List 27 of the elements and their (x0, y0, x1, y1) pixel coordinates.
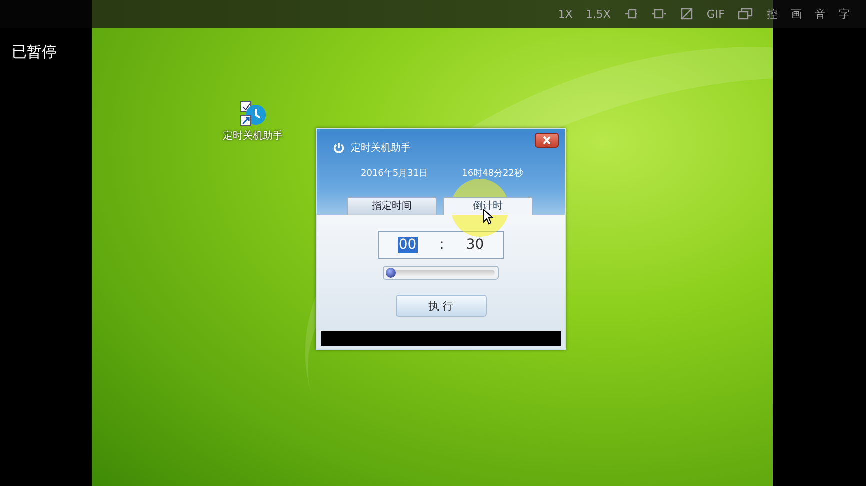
execute-button[interactable]: 执 行 (396, 295, 486, 317)
slider-thumb[interactable] (386, 268, 396, 278)
toolbar-item[interactable]: GIF (706, 8, 725, 20)
frame-icon[interactable] (650, 7, 667, 21)
windows-icon[interactable] (738, 7, 754, 21)
toolbar-item[interactable]: 画 (791, 6, 802, 22)
power-icon (333, 142, 345, 154)
toolbar-item[interactable]: 音 (815, 6, 826, 22)
crop-icon[interactable] (680, 7, 694, 21)
window-title: 定时关机助手 (351, 142, 411, 155)
hours-value: 00 (398, 237, 418, 253)
time-separator: : (440, 237, 444, 253)
toolbar-item[interactable]: 1.5X (586, 8, 611, 20)
tab[interactable]: 倒计时 (443, 197, 533, 215)
current-time: 16时48分22秒 (462, 168, 524, 180)
close-icon[interactable] (535, 133, 559, 148)
minutes-value: 30 (466, 237, 484, 253)
toolbar-item[interactable]: 字 (839, 6, 850, 22)
toolbar-item[interactable]: 1X (558, 8, 573, 20)
cursor-icon (483, 209, 495, 225)
crop-icon[interactable] (624, 7, 638, 21)
toolbar-item[interactable]: 控 (767, 6, 778, 22)
pause-status: 已暂停 (12, 43, 57, 62)
clock-app-icon[interactable] (238, 101, 268, 129)
time-field[interactable]: 00 : 30 (378, 231, 504, 259)
tab[interactable]: 指定时间 (347, 197, 437, 215)
current-date: 2016年5月31日 (361, 168, 428, 180)
